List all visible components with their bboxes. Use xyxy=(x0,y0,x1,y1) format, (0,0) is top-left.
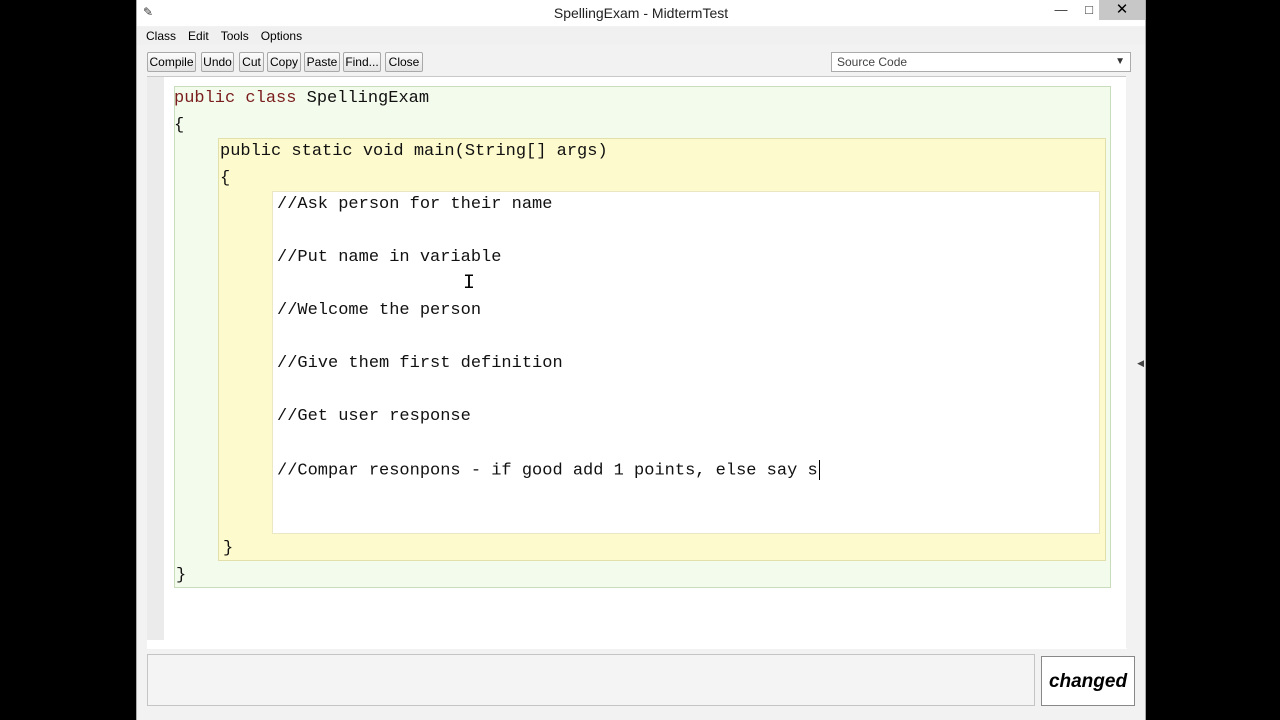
method-signature: public static void main(String[] args) xyxy=(220,142,608,161)
message-area xyxy=(147,654,1035,706)
keyword-class: class xyxy=(245,89,297,108)
code-comment: //Get user response xyxy=(277,407,471,426)
ibeam-cursor-icon: I xyxy=(463,272,476,295)
find-button[interactable]: Find... xyxy=(343,52,381,72)
paste-button[interactable]: Paste xyxy=(304,52,340,72)
code-comment-active: //Compar resonpons - if good add 1 point… xyxy=(277,460,820,480)
menu-class[interactable]: Class xyxy=(137,27,180,43)
menu-bar: Class Edit Tools Options xyxy=(137,27,1145,45)
method-open-brace: { xyxy=(220,169,231,188)
code-editor[interactable]: public class SpellingExam { public stati… xyxy=(147,76,1127,649)
code-comment: //Welcome the person xyxy=(277,301,482,320)
undo-button[interactable]: Undo xyxy=(201,52,234,72)
title-bar: ✎ SpellingExam - MidtermTest — □ ✕ xyxy=(137,0,1145,26)
view-select-value: Source Code xyxy=(837,55,908,69)
code-comment: //Put name in variable xyxy=(277,248,502,267)
method-close-brace: } xyxy=(223,539,234,558)
menu-options[interactable]: Options xyxy=(253,27,306,43)
view-select[interactable]: Source Code ▼ xyxy=(831,52,1131,72)
class-declaration: public class SpellingExam xyxy=(174,89,429,108)
class-open-brace: { xyxy=(174,116,185,135)
code-comment-text: //Compar resonpons - if good add 1 point… xyxy=(277,461,818,481)
chevron-down-icon: ▼ xyxy=(1115,56,1125,67)
menu-tools[interactable]: Tools xyxy=(213,27,253,43)
scroll-arrow-icon[interactable]: ◀ xyxy=(1137,358,1144,369)
close-button[interactable]: Close xyxy=(385,52,423,72)
menu-edit[interactable]: Edit xyxy=(180,27,213,43)
code-comment: //Ask person for their name xyxy=(277,195,553,214)
window-title: SpellingExam - MidtermTest xyxy=(553,5,729,21)
class-name: SpellingExam xyxy=(306,89,430,108)
compile-button[interactable]: Compile xyxy=(147,52,196,72)
editor-scrollbar[interactable]: ◀ xyxy=(1126,76,1145,648)
keyword-public: public xyxy=(174,89,236,108)
close-window-button[interactable]: ✕ xyxy=(1099,0,1145,20)
editor-window: ✎ SpellingExam - MidtermTest — □ ✕ Class… xyxy=(136,0,1146,720)
status-badge: changed xyxy=(1041,656,1135,706)
minimize-button[interactable]: — xyxy=(1047,0,1075,20)
code-comment: //Give them first definition xyxy=(277,354,563,373)
cut-button[interactable]: Cut xyxy=(239,52,264,72)
copy-button[interactable]: Copy xyxy=(267,52,301,72)
class-close-brace: } xyxy=(176,566,187,585)
editor-gutter xyxy=(147,77,164,640)
text-cursor xyxy=(818,460,820,480)
